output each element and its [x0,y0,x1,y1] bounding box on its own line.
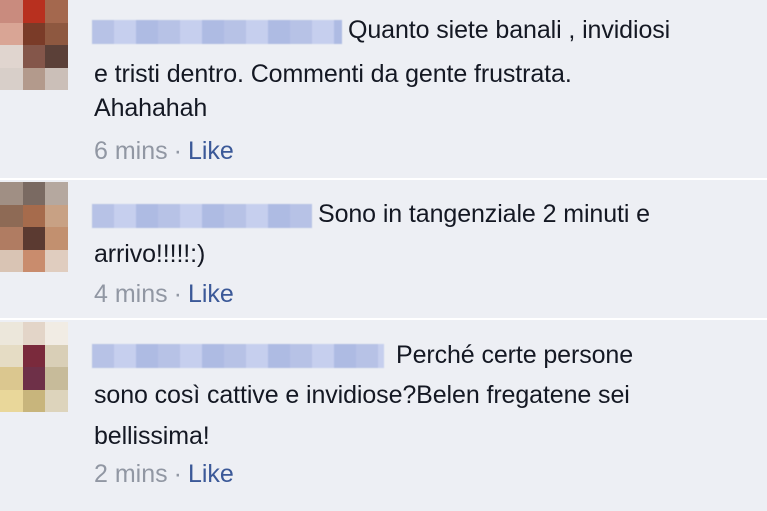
avatar[interactable] [0,322,68,412]
avatar-pixel [22,0,46,23]
avatar-pixel [45,367,68,390]
avatar-pixel [22,45,46,68]
like-link[interactable]: Like [188,137,234,165]
avatar[interactable] [0,0,68,90]
comment-text-line: e tristi dentro. Commenti da gente frust… [94,60,572,88]
author-name-blurred[interactable] [92,344,384,368]
timestamp[interactable]: 6 mins [94,137,168,165]
comment-meta: 4 mins · Like [94,279,234,309]
avatar-pixel [45,0,68,23]
avatar-pixel [0,67,23,90]
comment-text-line: Quanto siete banali , invidiosi [348,16,671,44]
avatar-pixel [22,204,46,227]
avatar-pixel [45,45,68,68]
avatar-pixel [45,182,68,205]
comment-text-line: Ahahahah [94,94,208,122]
like-link[interactable]: Like [188,460,234,488]
avatar-pixel [45,322,68,345]
avatar-pixel [22,322,46,345]
comment-text-line: arrivo!!!!!:) [94,240,206,268]
timestamp[interactable]: 2 mins [94,460,168,488]
like-link[interactable]: Like [188,280,234,308]
avatar[interactable] [0,182,68,272]
separator: · [173,137,182,165]
avatar-pixel [45,389,68,412]
avatar-pixel [0,22,23,45]
avatar-pixel [45,204,68,227]
comment-3: Perché certe persone sono così cattive e… [0,320,767,511]
comment-2: Sono in tangenziale 2 minuti e arrivo!!!… [0,180,767,318]
avatar-pixel [22,249,46,272]
avatar-pixel [0,389,23,412]
timestamp[interactable]: 4 mins [94,280,168,308]
comment-1: Quanto siete banali , invidiosi e tristi… [0,0,767,178]
separator: · [173,280,182,308]
author-name-blurred[interactable] [92,20,342,44]
avatar-pixel [0,45,23,68]
comment-text-line: Perché certe persone [396,341,634,369]
avatar-pixel [0,367,23,390]
avatar-pixel [0,182,23,205]
avatar-pixel [0,249,23,272]
avatar-pixel [22,389,46,412]
avatar-pixel [22,22,46,45]
avatar-pixel [22,344,46,367]
avatar-pixel [0,344,23,367]
avatar-pixel [45,22,68,45]
avatar-pixel [45,227,68,250]
avatar-pixel [0,204,23,227]
avatar-pixel [0,322,23,345]
author-name-blurred[interactable] [92,204,312,228]
comment-meta: 2 mins · Like [94,459,234,489]
avatar-pixel [22,182,46,205]
avatar-pixel [0,0,23,23]
avatar-pixel [45,67,68,90]
comment-text-line: Sono in tangenziale 2 minuti e [318,200,650,228]
avatar-pixel [0,227,23,250]
avatar-pixel [22,367,46,390]
comment-meta: 6 mins · Like [94,136,234,166]
avatar-pixel [22,227,46,250]
avatar-pixel [45,249,68,272]
comment-text-line: sono così cattive e invidiose?Belen freg… [94,381,630,409]
separator: · [173,460,182,488]
comment-text-line: bellissima! [94,422,210,450]
avatar-pixel [22,67,46,90]
avatar-pixel [45,344,68,367]
